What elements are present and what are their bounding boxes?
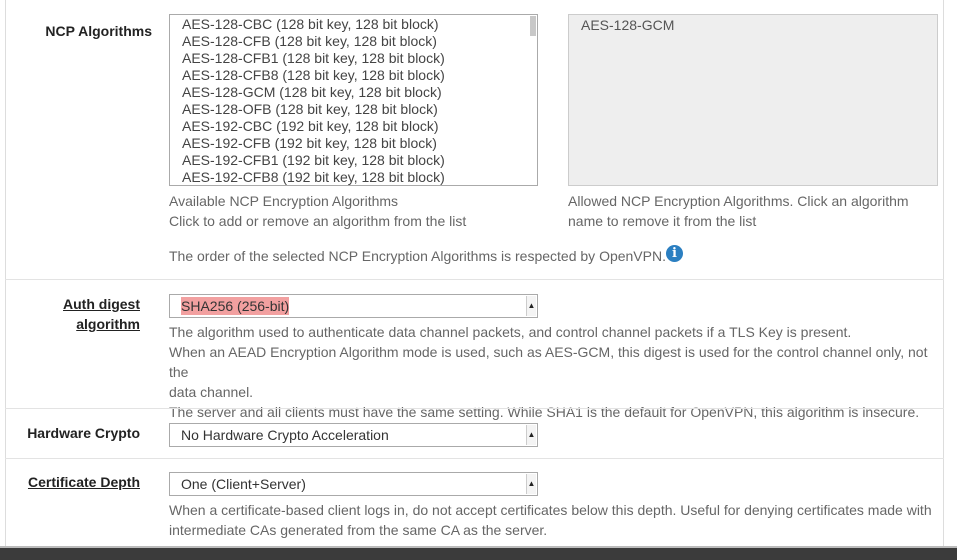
list-item[interactable]: AES-192-CFB8 (192 bit key, 128 bit block… — [170, 169, 537, 185]
listbox-scrollbar[interactable] — [530, 16, 536, 36]
certificate-depth-select[interactable]: One (Client+Server) ▲ — [169, 472, 538, 496]
selected-value: One (Client+Server) — [181, 476, 306, 492]
label-line: Auth digest — [63, 296, 140, 312]
list-item[interactable]: AES-128-CFB (128 bit key, 128 bit block) — [170, 33, 537, 50]
select-caret-icon: ▲ — [526, 425, 536, 445]
help-line: When an AEAD Encryption Algorithm mode i… — [169, 344, 928, 380]
selected-value: SHA256 (256-bit) — [181, 297, 290, 315]
list-item[interactable]: AES-192-CBC (192 bit key, 128 bit block) — [170, 118, 537, 135]
list-item[interactable]: AES-128-GCM — [581, 17, 925, 33]
help-line: Available NCP Encryption Algorithms — [169, 193, 399, 209]
available-ncp-listbox[interactable]: AES-128-CBC (128 bit key, 128 bit block)… — [169, 14, 538, 186]
help-line: Allowed NCP Encryption Algorithms. Click… — [568, 193, 909, 209]
hardware-crypto-label: Hardware Crypto — [27, 425, 140, 441]
help-line: intermediate CAs generated from the same… — [169, 522, 548, 538]
list-item[interactable]: AES-128-OFB (128 bit key, 128 bit block) — [170, 101, 537, 118]
help-line: data channel. — [169, 384, 254, 400]
auth-digest-row: Auth digest algorithm SHA256 (256-bit) ▲… — [5, 279, 944, 420]
available-help-text: Available NCP Encryption Algorithms Clic… — [169, 191, 466, 231]
help-line: The algorithm used to authenticate data … — [169, 324, 852, 340]
help-line: When a certificate-based client logs in,… — [169, 502, 932, 518]
allowed-ncp-listbox[interactable]: AES-128-GCM — [568, 14, 938, 186]
certificate-depth-help: When a certificate-based client logs in,… — [169, 500, 932, 540]
allowed-help-text: Allowed NCP Encryption Algorithms. Click… — [568, 191, 909, 231]
list-item[interactable]: AES-192-CFB1 (192 bit key, 128 bit block… — [170, 152, 537, 169]
list-item[interactable]: AES-128-GCM (128 bit key, 128 bit block) — [170, 84, 537, 101]
selected-value: No Hardware Crypto Acceleration — [181, 427, 389, 443]
list-item[interactable]: AES-192-CFB (192 bit key, 128 bit block) — [170, 135, 537, 152]
order-note: The order of the selected NCP Encryption… — [169, 248, 666, 264]
help-line: Click to add or remove an algorithm from… — [169, 213, 467, 229]
label-line: algorithm — [76, 316, 140, 332]
hardware-crypto-row: Hardware Crypto No Hardware Crypto Accel… — [5, 408, 944, 458]
certificate-depth-row: Certificate Depth One (Client+Server) ▲ … — [5, 458, 944, 546]
info-circle-icon[interactable]: i — [666, 245, 683, 262]
auth-digest-label[interactable]: Auth digest algorithm — [63, 294, 140, 334]
select-caret-icon: ▲ — [526, 474, 536, 494]
footer-bar — [0, 546, 957, 560]
list-item[interactable]: AES-128-CBC (128 bit key, 128 bit block) — [170, 16, 537, 33]
ncp-algorithms-label: NCP Algorithms — [45, 23, 152, 39]
auth-digest-select[interactable]: SHA256 (256-bit) ▲ — [169, 294, 538, 318]
list-item[interactable]: AES-128-CFB1 (128 bit key, 128 bit block… — [170, 50, 537, 67]
certificate-depth-label[interactable]: Certificate Depth — [28, 472, 140, 492]
select-caret-icon: ▲ — [526, 296, 536, 316]
hardware-crypto-select[interactable]: No Hardware Crypto Acceleration ▲ — [169, 423, 538, 447]
help-line: name to remove it from the list — [568, 213, 757, 229]
auth-digest-help: The algorithm used to authenticate data … — [169, 322, 944, 422]
list-item[interactable]: AES-128-CFB8 (128 bit key, 128 bit block… — [170, 67, 537, 84]
